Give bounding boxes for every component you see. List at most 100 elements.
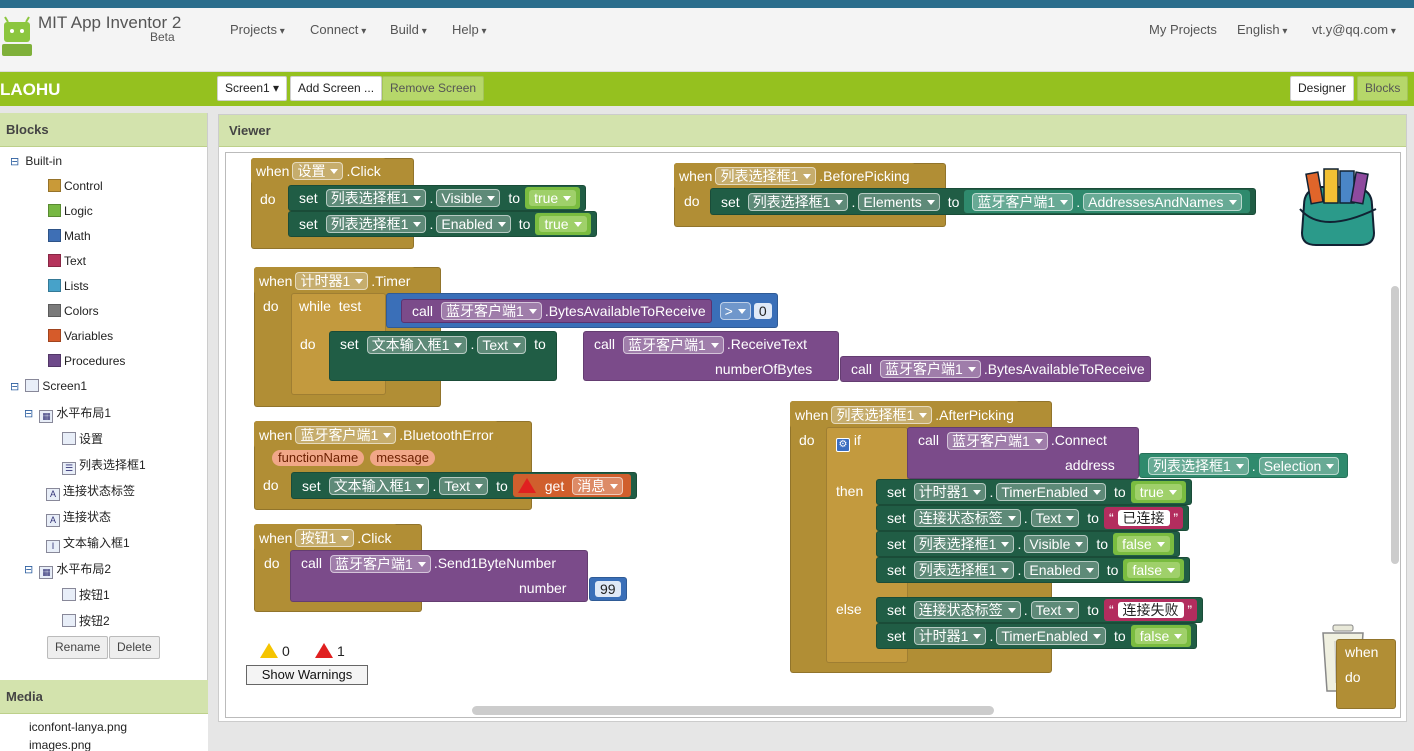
boolean-value[interactable]: false (1127, 562, 1181, 578)
logic-block[interactable]: true (535, 213, 591, 235)
tree-hl2[interactable]: ⊟ ▦ 水平布局2 (24, 560, 111, 579)
builtin-text[interactable]: Text (48, 254, 86, 268)
menu-projects[interactable]: Projects (230, 22, 285, 37)
setter-block[interactable]: set 连接状态标签. Text to “ 已连接 ” (876, 505, 1190, 531)
number-value[interactable]: 99 (595, 581, 621, 597)
builtin-lists[interactable]: Lists (48, 279, 89, 293)
remove-screen-button[interactable]: Remove Screen (382, 76, 485, 101)
property-dropdown[interactable]: TimerEnabled (996, 627, 1107, 645)
delete-button[interactable]: Delete (109, 636, 160, 659)
tree-btn-settings[interactable]: 设置 (62, 430, 103, 447)
compare-block[interactable]: call 蓝牙客户端1 .BytesAvailableToReceive >0 (386, 293, 778, 328)
account-menu[interactable]: vt.y@qq.com (1312, 22, 1396, 37)
add-screen-button[interactable]: Add Screen ... (290, 76, 383, 101)
error-icon[interactable] (517, 478, 536, 493)
setter-block[interactable]: set 列表选择框1. Enabled to false (876, 557, 1191, 583)
property-dropdown[interactable]: Text (439, 476, 489, 495)
app-inventor-logo-icon[interactable] (0, 14, 34, 58)
tree-listpicker[interactable]: ☰ 列表选择框1 (62, 456, 146, 475)
tree-status-label[interactable]: A 连接状态标签 (46, 482, 135, 501)
builtin-control[interactable]: Control (48, 179, 103, 193)
media-file[interactable]: images.png (29, 738, 91, 751)
component-dropdown[interactable]: 按钮1 (295, 528, 355, 547)
builtin-logic[interactable]: Logic (48, 204, 93, 218)
number-block[interactable]: 99 (589, 577, 627, 601)
variable-dropdown[interactable]: 消息 (572, 476, 624, 495)
collapse-icon[interactable]: ⊟ (24, 563, 36, 576)
builtin-math[interactable]: Math (48, 229, 91, 243)
component-dropdown[interactable]: 列表选择框1 (831, 405, 933, 424)
logic-block[interactable]: true (1130, 481, 1186, 503)
getter-block[interactable]: 蓝牙客户端1. AddressesAndNames (964, 190, 1250, 213)
tree-hl1[interactable]: ⊟ ▦ 水平布局1 (24, 404, 111, 423)
logic-block[interactable]: false (1130, 625, 1192, 647)
tree-btn1[interactable]: 按钮1 (62, 586, 110, 603)
get-variable-block[interactable]: get 消息 (512, 474, 632, 497)
menu-connect[interactable]: Connect (310, 22, 366, 37)
component-dropdown[interactable]: 文本输入框1 (328, 476, 430, 495)
show-warnings-button[interactable]: Show Warnings (246, 665, 368, 685)
setter-block[interactable]: set 文本输入框1. Text to (329, 331, 557, 381)
collapse-icon[interactable]: ⊟ (10, 155, 22, 168)
builtin-procedures[interactable]: Procedures (48, 354, 125, 368)
logic-block[interactable]: true (525, 187, 581, 209)
rename-button[interactable]: Rename (47, 636, 109, 659)
collapse-icon[interactable]: ⊟ (10, 380, 22, 393)
string-value[interactable]: 已连接 (1117, 510, 1170, 526)
call-block[interactable]: call 蓝牙客户端1 .BytesAvailableToReceive (840, 356, 1151, 382)
property-dropdown[interactable]: Text (477, 336, 527, 354)
setter-block[interactable]: set 计时器1. TimerEnabled to true (876, 479, 1192, 505)
component-dropdown[interactable]: 列表选择框1 (325, 189, 427, 207)
boolean-value[interactable]: true (539, 216, 587, 232)
component-dropdown[interactable]: 列表选择框1 (913, 535, 1015, 553)
component-dropdown[interactable]: 计时器1 (913, 483, 987, 501)
component-dropdown[interactable]: 计时器1 (913, 627, 987, 645)
component-dropdown[interactable]: 列表选择框1 (715, 167, 817, 185)
property-dropdown[interactable]: Elements (858, 192, 940, 211)
getter-block[interactable]: 列表选择框1. Selection (1139, 453, 1349, 478)
horizontal-scrollbar[interactable] (472, 706, 994, 715)
menu-build[interactable]: Build (390, 22, 427, 37)
property-dropdown[interactable]: Selection (1258, 456, 1340, 475)
component-dropdown[interactable]: 蓝牙客户端1 (441, 301, 542, 320)
my-projects-link[interactable]: My Projects (1149, 22, 1217, 37)
media-file[interactable]: iconfont-lanya.png (29, 720, 127, 734)
property-dropdown[interactable]: Text (1030, 601, 1080, 619)
setter-block[interactable]: set 列表选择框1. Visible to false (876, 531, 1180, 557)
text-block[interactable]: “ 已连接 ” (1103, 507, 1184, 529)
component-dropdown[interactable]: 蓝牙客户端1 (295, 425, 397, 444)
tree-btn2[interactable]: 按钮2 (62, 612, 110, 629)
vertical-scrollbar[interactable] (1391, 286, 1399, 564)
component-dropdown[interactable]: 设置 (292, 162, 344, 180)
operator-dropdown[interactable]: > (719, 301, 751, 320)
property-dropdown[interactable]: Enabled (436, 215, 511, 233)
setter-block[interactable]: set 计时器1. TimerEnabled to false (876, 623, 1198, 649)
text-block[interactable]: “ 连接失败 ” (1103, 599, 1198, 621)
component-dropdown[interactable]: 蓝牙客户端1 (880, 360, 981, 378)
boolean-value[interactable]: false (1117, 536, 1170, 552)
language-menu[interactable]: English (1237, 22, 1287, 37)
designer-button[interactable]: Designer (1290, 76, 1355, 101)
logic-block[interactable]: false (1123, 559, 1185, 581)
builtin-variables[interactable]: Variables (48, 329, 113, 343)
tree-screen1[interactable]: ⊟ Screen1 (10, 379, 87, 393)
component-dropdown[interactable]: 计时器1 (295, 271, 369, 290)
component-dropdown[interactable]: 列表选择框1 (325, 215, 427, 233)
screen-dropdown[interactable]: Screen1 ▾ (217, 76, 288, 101)
builtin-colors[interactable]: Colors (48, 304, 99, 318)
component-dropdown[interactable]: 文本输入框1 (366, 336, 468, 354)
boolean-value[interactable]: true (529, 190, 577, 206)
component-dropdown[interactable]: 连接状态标签 (913, 601, 1021, 619)
setter-block[interactable]: set 文本输入框1. Text to get 消息 (291, 472, 638, 499)
call-block[interactable]: call 蓝牙客户端1 .BytesAvailableToReceive (401, 298, 712, 323)
number-value[interactable]: 0 (753, 302, 772, 319)
menu-help[interactable]: Help (452, 22, 487, 37)
setter-block[interactable]: set 列表选择框1. Enabled to true (288, 211, 597, 237)
param-message[interactable]: message (370, 450, 435, 466)
gear-icon[interactable]: ⚙ (836, 438, 850, 452)
component-dropdown[interactable]: 列表选择框1 (913, 561, 1015, 579)
blocks-workspace[interactable]: when 设置 .Click do set 列表选择框1. Visible to true … (225, 152, 1401, 718)
component-dropdown[interactable]: 蓝牙客户端1 (330, 555, 431, 573)
string-value[interactable]: 连接失败 (1117, 602, 1184, 618)
property-dropdown[interactable]: Visible (436, 189, 501, 207)
